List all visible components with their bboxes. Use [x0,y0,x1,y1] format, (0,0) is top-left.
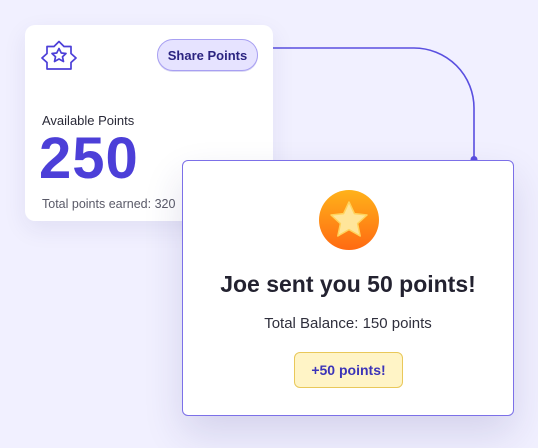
available-points-value: 250 [39,126,139,191]
total-points-earned: Total points earned: 320 [42,197,176,211]
points-added-badge: +50 points! [294,352,403,388]
star-icon [319,190,379,250]
share-points-button[interactable]: Share Points [157,39,258,71]
total-balance-text: Total Balance: 150 points [264,315,432,332]
notification-title: Joe sent you 50 points! [220,271,476,297]
points-notification-card: Joe sent you 50 points! Total Balance: 1… [182,160,514,416]
award-badge-icon [41,40,77,70]
